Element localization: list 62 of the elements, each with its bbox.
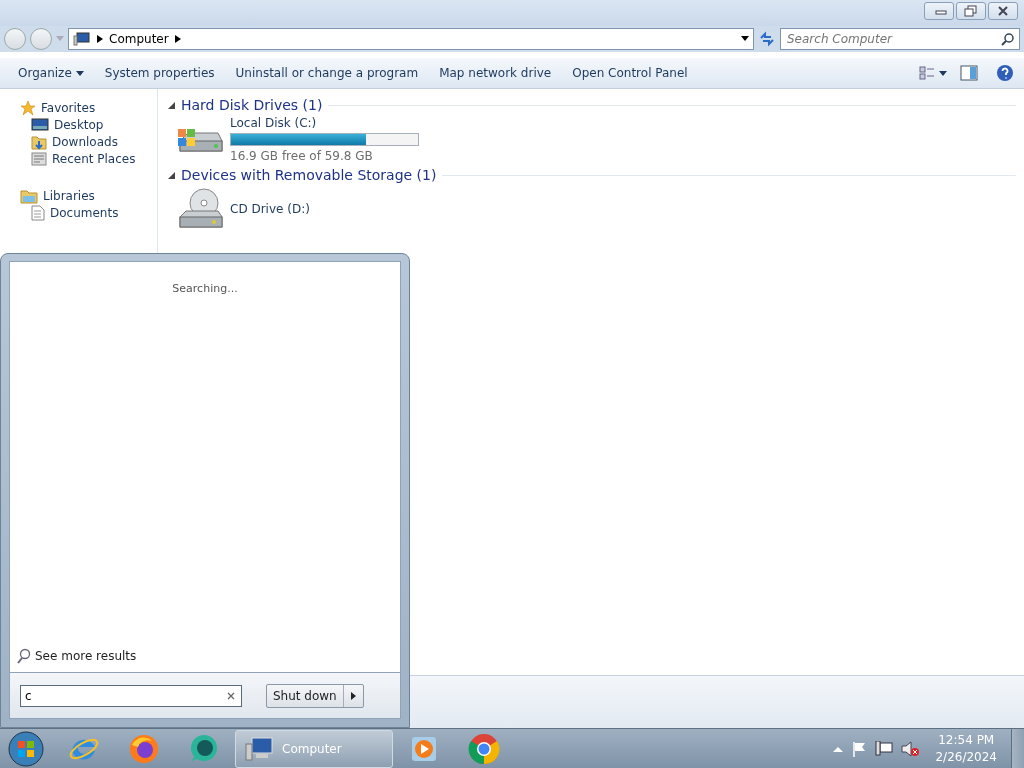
document-icon: [31, 204, 45, 221]
network-icon[interactable]: [875, 740, 894, 757]
back-button[interactable]: [4, 28, 26, 50]
arrow-right-icon: [350, 691, 356, 700]
group-heading: Devices with Removable Storage (1): [181, 167, 437, 183]
chevron-icon: [174, 35, 181, 43]
free-space-text: 16.9 GB free of 59.8 GB: [230, 148, 374, 163]
minimize-button[interactable]: [924, 2, 954, 20]
search-icon: [1001, 32, 1015, 46]
flag-icon[interactable]: [851, 740, 868, 757]
toolbar-button[interactable]: Uninstall or change a program: [227, 62, 432, 84]
close-icon: [995, 4, 1011, 18]
monitor-icon: [31, 117, 49, 132]
chrome-browser-icon[interactable]: [468, 732, 500, 765]
search-icon: [16, 648, 30, 664]
dropdown-icon: [741, 36, 749, 42]
sidebar-item[interactable]: Desktop: [0, 116, 104, 133]
search-field[interactable]: c: [20, 684, 242, 707]
sidebar-item[interactable]: Recent Places: [0, 150, 136, 167]
toolbar-button[interactable]: Organize: [10, 62, 97, 84]
clear-icon[interactable]: [226, 690, 236, 701]
view-icon: [919, 66, 935, 80]
breadcrumb-item[interactable]: Computer: [109, 32, 169, 46]
caret-icon: [75, 70, 84, 76]
sidebar-group[interactable]: Libraries: [0, 187, 95, 204]
close-button[interactable]: [988, 2, 1018, 20]
collapse-icon[interactable]: [168, 101, 175, 109]
computer-icon: [73, 32, 91, 46]
refresh-icon[interactable]: [758, 30, 776, 48]
library-icon: [20, 187, 38, 204]
chevron-icon: [97, 35, 103, 43]
restore-icon: [963, 4, 979, 18]
forward-button[interactable]: [30, 28, 52, 50]
fox-browser-icon[interactable]: [128, 732, 160, 765]
see-more-results-link[interactable]: See more results: [10, 648, 143, 672]
chevron-up-icon[interactable]: [833, 745, 844, 752]
recent-places-icon: [31, 150, 47, 167]
sidebar-group[interactable]: Favorites: [0, 99, 96, 116]
toolbar-button[interactable]: Open Control Panel: [564, 62, 701, 84]
cd-drive-icon: [176, 187, 224, 231]
toolbar-button[interactable]: Map network drive: [431, 62, 565, 84]
searching-text: Searching...: [172, 282, 238, 295]
dropdown-icon: [56, 36, 64, 42]
sidebar-item[interactable]: Downloads: [0, 133, 118, 150]
speaker-muted-icon[interactable]: [901, 740, 920, 757]
show-desktop-button[interactable]: [1011, 729, 1024, 768]
computer-icon: [244, 735, 274, 762]
address-bar[interactable]: Computer: [68, 28, 754, 50]
toolbar-button[interactable]: System properties: [96, 62, 228, 84]
folder-icon: [31, 133, 47, 150]
sidebar-item[interactable]: Documents: [0, 204, 119, 221]
search-field[interactable]: Search Computer: [780, 28, 1020, 50]
media-player-icon[interactable]: [411, 735, 437, 762]
group-heading: Hard Disk Drives (1): [181, 97, 323, 113]
drive-name[interactable]: CD Drive (D:): [230, 202, 310, 216]
start-orb-icon[interactable]: [8, 730, 44, 767]
star-icon: [20, 99, 36, 116]
preview-pane-icon[interactable]: [960, 65, 978, 81]
caret-icon: [939, 70, 947, 76]
drive-name[interactable]: Local Disk (C:): [230, 115, 419, 130]
collapse-icon[interactable]: [168, 171, 175, 179]
help-icon[interactable]: [996, 64, 1014, 82]
